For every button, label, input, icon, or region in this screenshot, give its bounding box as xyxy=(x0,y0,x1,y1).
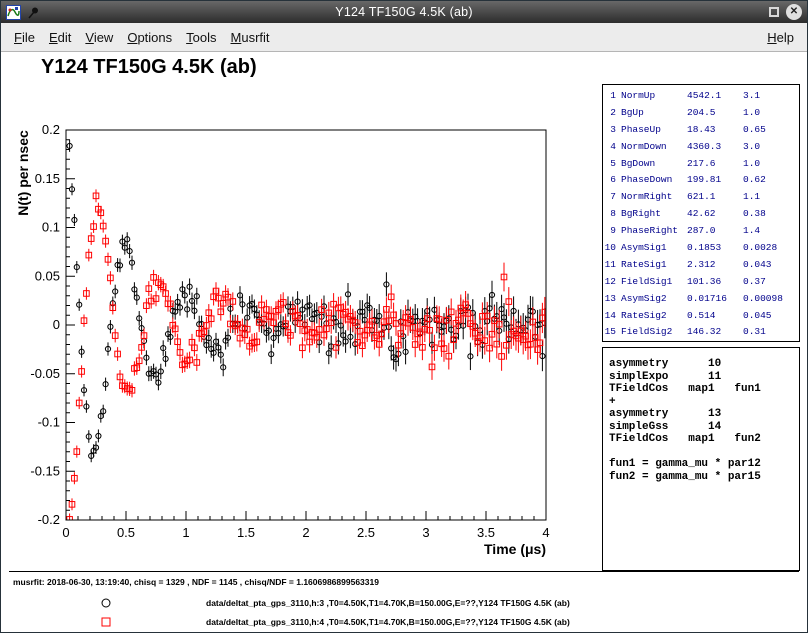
menu-view[interactable]: View xyxy=(78,26,120,49)
x-tick-label: 3.5 xyxy=(477,525,495,540)
titlebar[interactable]: Y124 TF150G 4.5K (ab) ✕ xyxy=(1,1,807,23)
y-tick-label: 0.1 xyxy=(42,220,60,235)
menu-tools[interactable]: Tools xyxy=(179,26,223,49)
legend-row: data/deltat_pta_gps_3110,h:3 ,T0=4.50K,T… xyxy=(1,595,807,611)
app-icon xyxy=(6,5,21,20)
param-row: 12FieldSig1101.360.37 xyxy=(603,273,799,290)
param-row: 6PhaseDown199.810.62 xyxy=(603,171,799,188)
x-tick-label: 3 xyxy=(422,525,429,540)
menu-help[interactable]: Help xyxy=(760,26,801,49)
param-row: 5BgDown217.61.0 xyxy=(603,155,799,172)
param-row: 14RateSig20.5140.045 xyxy=(603,307,799,324)
legend-run-text: data/deltat_pta_gps_3110,h:3 ,T0=4.50K,T… xyxy=(206,598,570,608)
menu-edit[interactable]: Edit xyxy=(42,26,78,49)
legend-run-text: data/deltat_pta_gps_3110,h:4 ,T0=4.50K,T… xyxy=(206,617,570,627)
x-tick-label: 1 xyxy=(182,525,189,540)
param-row: 3PhaseUp18.430.65 xyxy=(603,121,799,138)
param-row: 2BgUp204.51.0 xyxy=(603,104,799,121)
window-title: Y124 TF150G 4.5K (ab) xyxy=(1,5,807,19)
y-tick-label: -0.2 xyxy=(38,512,60,527)
separator-line xyxy=(9,571,799,572)
data-series-square xyxy=(64,189,547,542)
param-row: 9PhaseRight287.01.4 xyxy=(603,222,799,239)
fit-parameters-box: 1NormUp4542.13.12BgUp204.51.03PhaseUp18.… xyxy=(602,84,800,342)
param-row: 15FieldSig2146.320.31 xyxy=(603,323,799,340)
legend-circle-marker xyxy=(99,596,113,610)
menu-file[interactable]: File xyxy=(7,26,42,49)
param-row: 11RateSig12.3120.043 xyxy=(603,256,799,273)
plot-frame xyxy=(66,130,546,520)
y-tick-label: 0.15 xyxy=(35,171,60,186)
x-tick-label: 2 xyxy=(302,525,309,540)
y-tick-label: -0.1 xyxy=(38,415,60,430)
menubar: FileEditViewOptionsToolsMusrfit Help xyxy=(1,23,807,52)
fit-stats-line: musrfit: 2018-06-30, 13:19:40, chisq = 1… xyxy=(13,577,379,587)
plot-area[interactable]: 0 0.5 1 1.5 2 2.5 3 3.5 4 -0.2 -0.15 -0.1 -0.05 0 0.05… xyxy=(1,53,581,583)
x-axis-title: Time (μs) xyxy=(484,541,546,557)
y-tick-label: 0 xyxy=(53,317,60,332)
param-row: 1NormUp4542.13.1 xyxy=(603,87,799,104)
param-row: 4NormDown4360.33.0 xyxy=(603,138,799,155)
menu-options[interactable]: Options xyxy=(120,26,179,49)
x-tick-label: 2.5 xyxy=(357,525,375,540)
x-tick-label: 0.5 xyxy=(117,525,135,540)
y-tick-label: 0.05 xyxy=(35,268,60,283)
application-window: Y124 TF150G 4.5K (ab) ✕ FileEditViewOpti… xyxy=(0,0,808,633)
param-row: 13AsymSig20.017160.00098 xyxy=(603,290,799,307)
theory-box: asymmetry 10 simplExpo 11 TFieldCos map1… xyxy=(602,347,800,571)
param-row: 7NormRight621.11.1 xyxy=(603,188,799,205)
x-tick-label: 4 xyxy=(542,525,549,540)
maximize-icon[interactable] xyxy=(769,7,779,17)
menu-left: FileEditViewOptionsToolsMusrfit xyxy=(7,26,277,49)
menu-right: Help xyxy=(760,30,801,45)
y-tick-label: -0.15 xyxy=(30,463,60,478)
root-canvas[interactable]: Y124 TF150G 4.5K (ab) 00.511.522.533.54-… xyxy=(1,53,807,632)
data-series-circle xyxy=(65,114,548,462)
pin-icon[interactable] xyxy=(27,6,39,19)
close-button[interactable]: ✕ xyxy=(786,4,802,20)
param-row: 10AsymSig10.18530.0028 xyxy=(603,239,799,256)
x-tick-label: 1.5 xyxy=(237,525,255,540)
y-tick-label: 0.2 xyxy=(42,122,60,137)
x-tick-label: 0 xyxy=(62,525,69,540)
y-axis-title: N(t) per nsec xyxy=(15,130,31,216)
legend-row: data/deltat_pta_gps_3110,h:4 ,T0=4.50K,T… xyxy=(1,614,807,630)
param-row: 8BgRight42.620.38 xyxy=(603,205,799,222)
menu-musrfit[interactable]: Musrfit xyxy=(224,26,277,49)
legend-square-marker xyxy=(99,615,113,629)
y-tick-label: -0.05 xyxy=(30,366,60,381)
